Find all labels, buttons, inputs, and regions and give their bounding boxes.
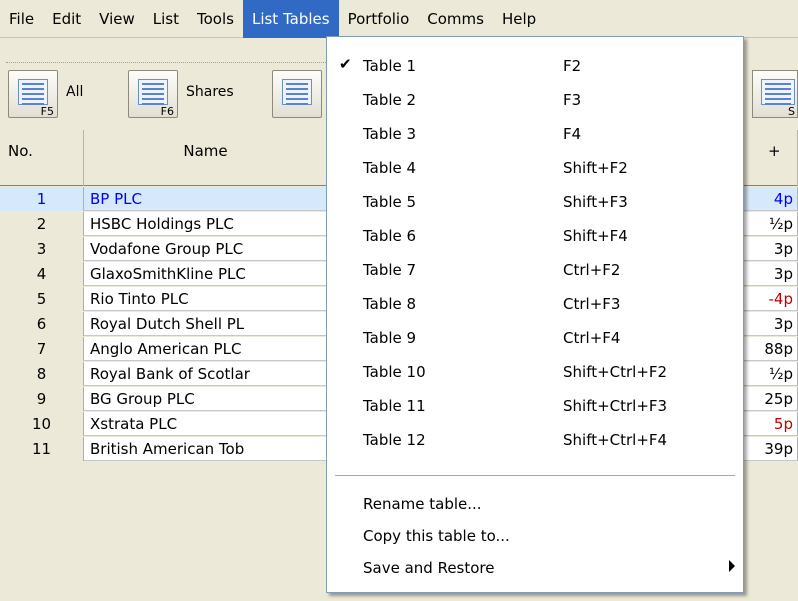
menu-item-label: Table 4 <box>363 159 417 177</box>
fkey-label: F6 <box>160 105 174 118</box>
menu-item-shortcut: Ctrl+F4 <box>563 329 621 347</box>
partial-list-button[interactable] <box>272 70 322 118</box>
row-name: GlaxoSmithKline PLC <box>84 262 328 286</box>
menu-list-tables[interactable]: List Tables <box>242 0 339 38</box>
toolbar-grip <box>6 62 326 66</box>
toolbar-partial-group <box>272 70 322 120</box>
shares-list-label: Shares <box>186 84 234 100</box>
menu-item-label: Table 8 <box>363 295 417 313</box>
menu-item-table-5[interactable]: Table 5 Shift+F3 <box>327 185 743 218</box>
row-number: 10 <box>0 412 84 436</box>
fkey-label: F5 <box>40 105 54 118</box>
toolbar-all-group: F5 All <box>8 70 93 120</box>
menu-item-shortcut: F4 <box>563 125 582 143</box>
menu-item-table-10[interactable]: Table 10 Shift+Ctrl+F2 <box>327 355 743 388</box>
menu-item-table-12[interactable]: Table 12 Shift+Ctrl+F4 <box>327 423 743 456</box>
menu-item-label: Table 7 <box>363 261 417 279</box>
menu-item-label: Copy this table to... <box>363 527 510 545</box>
menu-item-shortcut: Shift+Ctrl+F3 <box>563 397 668 415</box>
menu-separator <box>335 475 735 477</box>
menu-item-label: Table 3 <box>363 125 417 143</box>
menu-item-label: Table 1 <box>363 57 417 75</box>
menu-item-label: Table 11 <box>363 397 426 415</box>
row-name: BP PLC <box>84 187 328 211</box>
row-number: 3 <box>0 237 84 261</box>
menu-item-shortcut: Shift+F4 <box>563 227 628 245</box>
list-icon <box>138 79 168 105</box>
menu-item-table-9[interactable]: Table 9 Ctrl+F4 <box>327 321 743 354</box>
list-icon <box>282 79 312 105</box>
menu-item-save-and-restore[interactable]: Save and Restore <box>327 551 743 584</box>
menu-comms[interactable]: Comms <box>418 0 493 38</box>
all-list-button[interactable]: F5 <box>8 70 58 118</box>
menu-item-label: Table 6 <box>363 227 417 245</box>
row-number: 2 <box>0 212 84 236</box>
menu-item-table-11[interactable]: Table 11 Shift+Ctrl+F3 <box>327 389 743 422</box>
menu-item-shortcut: Shift+Ctrl+F4 <box>563 431 668 449</box>
menu-item-label: Table 5 <box>363 193 417 211</box>
row-number: 6 <box>0 312 84 336</box>
row-name: Royal Bank of Scotlar <box>84 362 328 386</box>
menu-tools[interactable]: Tools <box>188 0 243 38</box>
row-name: British American Tob <box>84 437 328 461</box>
menu-portfolio[interactable]: Portfolio <box>339 0 419 38</box>
row-number: 11 <box>0 437 84 461</box>
menu-item-shortcut: Shift+Ctrl+F2 <box>563 363 668 381</box>
row-number: 5 <box>0 287 84 311</box>
menu-item-shortcut: Shift+F3 <box>563 193 628 211</box>
menu-item-shortcut: Shift+F2 <box>563 159 628 177</box>
row-name: Vodafone Group PLC <box>84 237 328 261</box>
menu-bar: File Edit View List Tools List Tables Po… <box>0 0 798 38</box>
submenu-arrow-icon <box>729 560 735 572</box>
menu-help[interactable]: Help <box>493 0 545 38</box>
menu-item-shortcut: Ctrl+F2 <box>563 261 621 279</box>
menu-item-label: Table 10 <box>363 363 426 381</box>
menu-item-copy-this-table-to[interactable]: Copy this table to... <box>327 519 743 552</box>
checkmark-icon: ✔ <box>339 55 352 73</box>
row-number: 7 <box>0 337 84 361</box>
menu-item-table-6[interactable]: Table 6 Shift+F4 <box>327 219 743 252</box>
row-number: 4 <box>0 262 84 286</box>
row-name: Royal Dutch Shell PL <box>84 312 328 336</box>
row-name: HSBC Holdings PLC <box>84 212 328 236</box>
right-list-button[interactable]: S <box>752 70 798 118</box>
menu-item-label: Save and Restore <box>363 559 495 577</box>
menu-file[interactable]: File <box>0 0 43 38</box>
menu-item-label: Rename table... <box>363 495 482 513</box>
menu-item-table-1[interactable]: ✔ Table 1 F2 <box>327 49 743 82</box>
menu-item-shortcut: F2 <box>563 57 582 75</box>
menu-edit[interactable]: Edit <box>43 0 90 38</box>
row-name: Rio Tinto PLC <box>84 287 328 311</box>
shares-list-button[interactable]: F6 <box>128 70 178 118</box>
menu-item-label: Table 12 <box>363 431 426 449</box>
row-number: 8 <box>0 362 84 386</box>
header-name[interactable]: Name <box>84 130 328 186</box>
row-name: Xstrata PLC <box>84 412 328 436</box>
menu-view[interactable]: View <box>90 0 144 38</box>
list-icon <box>761 79 795 105</box>
menu-item-table-7[interactable]: Table 7 Ctrl+F2 <box>327 253 743 286</box>
menu-item-shortcut: F3 <box>563 91 582 109</box>
menu-item-table-8[interactable]: Table 8 Ctrl+F3 <box>327 287 743 320</box>
menu-item-shortcut: Ctrl+F3 <box>563 295 621 313</box>
menu-item-label: Table 9 <box>363 329 417 347</box>
menu-item-table-4[interactable]: Table 4 Shift+F2 <box>327 151 743 184</box>
row-number: 1 <box>0 187 84 211</box>
list-icon <box>18 79 48 105</box>
row-name: Anglo American PLC <box>84 337 328 361</box>
fkey-label: S <box>788 105 795 118</box>
menu-item-label: Table 2 <box>363 91 417 109</box>
menu-item-rename-table[interactable]: Rename table... <box>327 487 743 520</box>
menu-item-table-2[interactable]: Table 2 F3 <box>327 83 743 116</box>
list-tables-menu: ✔ Table 1 F2 Table 2 F3 Table 3 F4 Table 4 Shift… <box>326 36 744 593</box>
menu-item-table-3[interactable]: Table 3 F4 <box>327 117 743 150</box>
toolbar-shares-group: F6 Shares <box>128 70 244 120</box>
menu-list[interactable]: List <box>144 0 188 38</box>
row-name: BG Group PLC <box>84 387 328 411</box>
row-number: 9 <box>0 387 84 411</box>
all-list-label: All <box>66 84 84 100</box>
header-no[interactable]: No. <box>0 130 84 186</box>
